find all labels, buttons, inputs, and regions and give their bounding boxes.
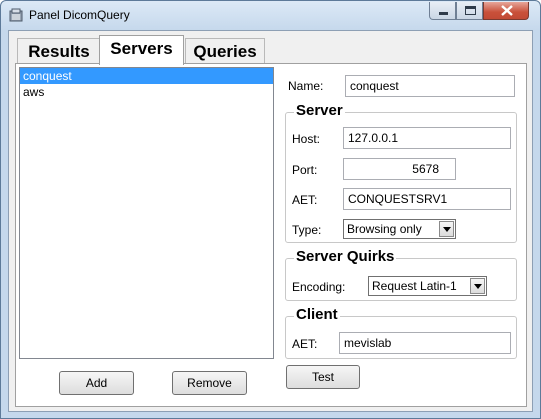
tab-queries[interactable]: Queries bbox=[185, 38, 265, 64]
client-area: Results Servers Queries conquest aws Add… bbox=[8, 30, 533, 412]
title-bar[interactable]: Panel DicomQuery bbox=[1, 1, 540, 30]
encoding-label: Encoding: bbox=[292, 280, 346, 294]
maximize-button[interactable] bbox=[456, 2, 483, 20]
port-label: Port: bbox=[292, 163, 318, 177]
host-label: Host: bbox=[292, 132, 321, 146]
dropdown-button[interactable] bbox=[470, 278, 485, 294]
chevron-down-icon bbox=[443, 227, 451, 232]
name-label: Name: bbox=[288, 79, 324, 93]
test-button[interactable]: Test bbox=[286, 365, 360, 389]
chevron-down-icon bbox=[474, 284, 482, 289]
tab-results[interactable]: Results bbox=[17, 38, 101, 64]
application-icon bbox=[9, 8, 23, 22]
server-list[interactable]: conquest aws bbox=[19, 67, 274, 359]
server-group-title: Server bbox=[294, 102, 345, 119]
close-icon bbox=[501, 5, 513, 16]
remove-button[interactable]: Remove bbox=[172, 371, 247, 395]
port-field[interactable]: 5678 bbox=[343, 158, 456, 180]
add-button[interactable]: Add bbox=[59, 371, 134, 395]
type-select[interactable]: Browsing only bbox=[343, 219, 456, 239]
name-field[interactable]: conquest bbox=[345, 75, 515, 97]
tab-servers[interactable]: Servers bbox=[99, 35, 184, 65]
server-list-item[interactable]: aws bbox=[20, 84, 273, 100]
minimize-button[interactable] bbox=[429, 2, 456, 20]
server-aet-label: AET: bbox=[292, 193, 318, 207]
window-title: Panel DicomQuery bbox=[29, 8, 130, 22]
type-label: Type: bbox=[292, 223, 322, 237]
minimize-icon bbox=[439, 12, 448, 15]
server-quirks-title: Server Quirks bbox=[294, 248, 397, 265]
encoding-select[interactable]: Request Latin-1 bbox=[368, 276, 487, 296]
client-aet-field[interactable]: mevislab bbox=[339, 332, 511, 354]
app-window: Panel DicomQuery Results Servers Queries… bbox=[0, 0, 541, 419]
host-field[interactable]: 127.0.0.1 bbox=[343, 127, 511, 149]
close-button[interactable] bbox=[483, 2, 529, 20]
maximize-icon bbox=[465, 6, 476, 15]
server-aet-field[interactable]: CONQUESTSRV1 bbox=[343, 188, 511, 210]
type-select-value: Browsing only bbox=[347, 222, 422, 236]
encoding-select-value: Request Latin-1 bbox=[372, 279, 457, 293]
client-aet-label: AET: bbox=[292, 337, 318, 351]
dropdown-button[interactable] bbox=[439, 221, 454, 237]
server-list-item[interactable]: conquest bbox=[20, 68, 273, 84]
client-group-title: Client bbox=[294, 306, 340, 323]
